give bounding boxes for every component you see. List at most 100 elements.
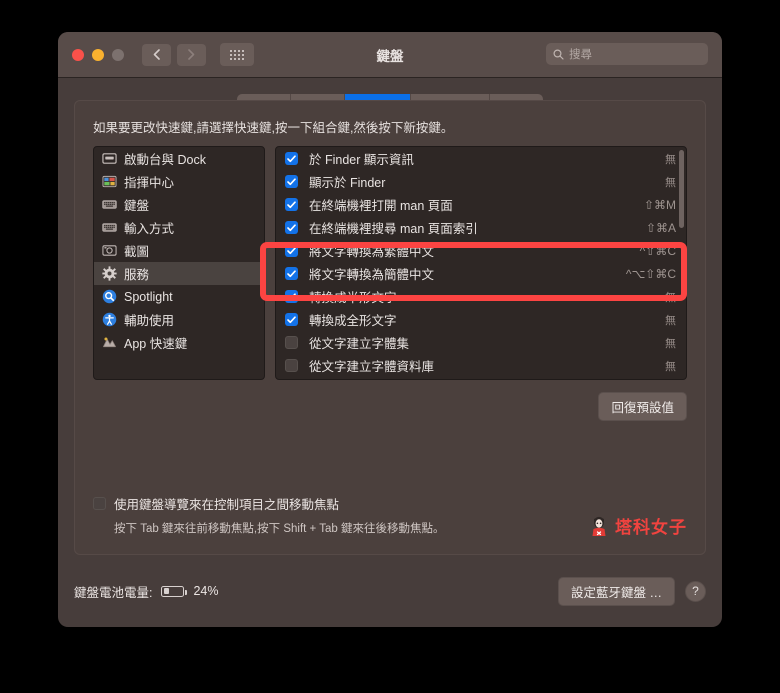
checkmark-icon xyxy=(287,223,296,231)
sidebar-item-label: Spotlight xyxy=(124,289,173,304)
battery-fill xyxy=(163,587,169,595)
window-titlebar: 鍵盤 搜尋 xyxy=(58,32,722,78)
window-footer: 鍵盤電池電量: 24% 設定藍牙鍵盤 … ? xyxy=(74,571,706,611)
traffic-lights xyxy=(72,48,124,61)
setup-bluetooth-keyboard-button[interactable]: 設定藍牙鍵盤 … xyxy=(558,576,675,606)
shortcut-key[interactable]: 無 xyxy=(665,358,676,374)
minimize-window-icon[interactable] xyxy=(92,48,104,61)
battery-label: 鍵盤電池電量: xyxy=(74,585,153,600)
shortcut-row-traditional-chinese[interactable]: 將文字轉換為繁體中文 ^⇧⌘C xyxy=(276,239,686,262)
checkmark-icon xyxy=(287,246,296,254)
sidebar-item-label: 鍵盤 xyxy=(124,199,150,213)
battery-icon xyxy=(161,585,188,597)
shortcut-key[interactable]: ^⌥⇧⌘C xyxy=(626,267,676,281)
shortcut-key[interactable]: ⇧⌘M xyxy=(644,198,676,212)
shortcut-key[interactable]: ⇧⌘A xyxy=(646,221,676,235)
spotlight-icon xyxy=(102,289,117,304)
vertical-scrollbar[interactable] xyxy=(679,150,684,228)
shortcut-checkbox[interactable] xyxy=(285,175,298,188)
shortcut-key[interactable]: 無 xyxy=(665,151,676,167)
sidebar-item-input-sources[interactable]: 輸入方式 xyxy=(94,216,264,239)
footer-actions: 設定藍牙鍵盤 … ? xyxy=(558,576,706,606)
checkmark-icon xyxy=(287,269,296,277)
shortcut-row[interactable]: 在終端機裡打開 man 頁面 ⇧⌘M xyxy=(276,193,686,216)
forward-button[interactable] xyxy=(177,43,206,66)
shortcut-row[interactable]: 於 Finder 顯示資訊 無 xyxy=(276,147,686,170)
help-button[interactable]: ? xyxy=(685,580,706,602)
sidebar-item-label: 服務 xyxy=(124,268,150,282)
sidebar-item-services[interactable]: 服務 xyxy=(94,262,264,285)
shortcut-key[interactable]: 無 xyxy=(665,289,676,305)
shortcut-key[interactable]: 無 xyxy=(665,174,676,190)
app-shortcuts-icon xyxy=(103,337,116,348)
sidebar-item-mission-control[interactable]: 指揮中心 xyxy=(94,170,264,193)
shortcut-key[interactable]: 無 xyxy=(665,335,676,351)
shortcut-checkbox[interactable] xyxy=(285,290,298,303)
services-gear-icon xyxy=(102,266,117,281)
shortcut-row[interactable]: 在終端機裡搜尋 man 頁面索引 ⇧⌘A xyxy=(276,216,686,239)
mascot-avatar-icon xyxy=(592,516,606,536)
show-all-preferences-button[interactable] xyxy=(220,43,254,66)
shortcut-row[interactable]: 從文字建立字體資料庫 無 xyxy=(276,354,686,377)
sidebar-item-screenshot[interactable]: 截圖 xyxy=(94,239,264,262)
sidebar-item-label: 輔助使用 xyxy=(124,314,175,328)
sidebar-item-app-shortcuts[interactable]: App 快速鍵 xyxy=(94,331,264,354)
chevron-right-icon xyxy=(188,49,195,60)
shortcut-label: 顯示於 Finder xyxy=(309,176,386,190)
shortcut-label: 從文字建立字體資料庫 xyxy=(309,360,435,374)
launchpad-dock-icon xyxy=(102,153,117,164)
navigation-buttons xyxy=(142,43,206,66)
close-window-icon[interactable] xyxy=(72,48,84,61)
system-preferences-window: 鍵盤 搜尋 鍵盤 文字 快速鍵 輸入方式 聽寫 如果要更改快速鍵,請選擇快速鍵,… xyxy=(58,32,722,627)
shortcut-label: 轉換成全形文字 xyxy=(309,314,397,328)
shortcut-checkbox[interactable] xyxy=(285,152,298,165)
shortcut-key[interactable]: 無 xyxy=(665,312,676,328)
sidebar-item-accessibility[interactable]: 輔助使用 xyxy=(94,308,264,331)
shortcut-checkbox[interactable] xyxy=(285,221,298,234)
shortcut-checkbox[interactable] xyxy=(285,267,298,280)
search-input[interactable]: 搜尋 xyxy=(546,43,708,65)
watermark-text: 塔科女子 xyxy=(615,518,687,537)
search-icon xyxy=(553,48,564,60)
shortcut-checkbox[interactable] xyxy=(285,313,298,326)
shortcut-row[interactable]: 從文字建立字體集 無 xyxy=(276,331,686,354)
sidebar-item-spotlight[interactable]: Spotlight xyxy=(94,285,264,308)
checkmark-icon xyxy=(287,315,296,323)
shortcut-row[interactable]: 轉換成全形文字 無 xyxy=(276,308,686,331)
screenshot-icon xyxy=(102,245,117,256)
keyboard-navigation-label: 使用鍵盤導覽來在控制項目之間移動焦點 xyxy=(114,498,340,512)
shortcut-label: 將文字轉換為繁體中文 xyxy=(309,245,435,259)
checkmark-icon xyxy=(287,200,296,208)
shortcut-categories-list[interactable]: 啟動台與 Dock 指揮中心 鍵盤 輸入方式 截圖 服務 Spotlight 輔… xyxy=(93,146,265,380)
sidebar-item-label: 指揮中心 xyxy=(124,176,175,190)
restore-defaults-button[interactable]: 回復預設值 xyxy=(598,392,687,421)
shortcut-checkbox[interactable] xyxy=(285,244,298,257)
shortcut-row[interactable]: 顯示字體資訊 無 xyxy=(276,377,686,379)
back-button[interactable] xyxy=(142,43,171,66)
shortcut-label: 從文字建立字體集 xyxy=(309,337,410,351)
keyboard-icon xyxy=(102,200,117,209)
shortcuts-panel: 如果要更改快速鍵,請選擇快速鍵,按一下組合鍵,然後按下新按鍵。 啟動台與 Doc… xyxy=(74,100,706,555)
shortcut-checkbox[interactable] xyxy=(285,198,298,211)
restore-defaults-container: 回復預設值 xyxy=(75,380,705,421)
checkmark-icon xyxy=(287,154,296,162)
shortcut-row[interactable]: 顯示於 Finder 無 xyxy=(276,170,686,193)
shortcut-label: 於 Finder 顯示資訊 xyxy=(309,153,414,167)
mission-control-icon xyxy=(102,175,117,188)
shortcut-row[interactable]: 轉換成半形文字 無 xyxy=(276,285,686,308)
keyboard-navigation-row[interactable]: 使用鍵盤導覽來在控制項目之間移動焦點 xyxy=(93,494,687,513)
shortcut-checkbox[interactable] xyxy=(285,336,298,349)
shortcut-row-simplified-chinese[interactable]: 將文字轉換為簡體中文 ^⌥⇧⌘C xyxy=(276,262,686,285)
keyboard-navigation-checkbox[interactable] xyxy=(93,497,106,510)
chevron-left-icon xyxy=(153,49,160,60)
shortcut-key[interactable]: ^⇧⌘C xyxy=(640,244,676,258)
shortcut-label: 在終端機裡搜尋 man 頁面索引 xyxy=(309,222,478,236)
battery-percent: 24% xyxy=(193,584,219,598)
input-sources-icon xyxy=(102,223,117,232)
sidebar-item-keyboard[interactable]: 鍵盤 xyxy=(94,193,264,216)
maximize-window-icon[interactable] xyxy=(112,48,124,61)
shortcut-label: 在終端機裡打開 man 頁面 xyxy=(309,199,453,213)
shortcuts-list[interactable]: 於 Finder 顯示資訊 無 顯示於 Finder 無 在終端機裡打開 man… xyxy=(275,146,687,380)
shortcut-checkbox[interactable] xyxy=(285,359,298,372)
sidebar-item-launchpad-dock[interactable]: 啟動台與 Dock xyxy=(94,147,264,170)
